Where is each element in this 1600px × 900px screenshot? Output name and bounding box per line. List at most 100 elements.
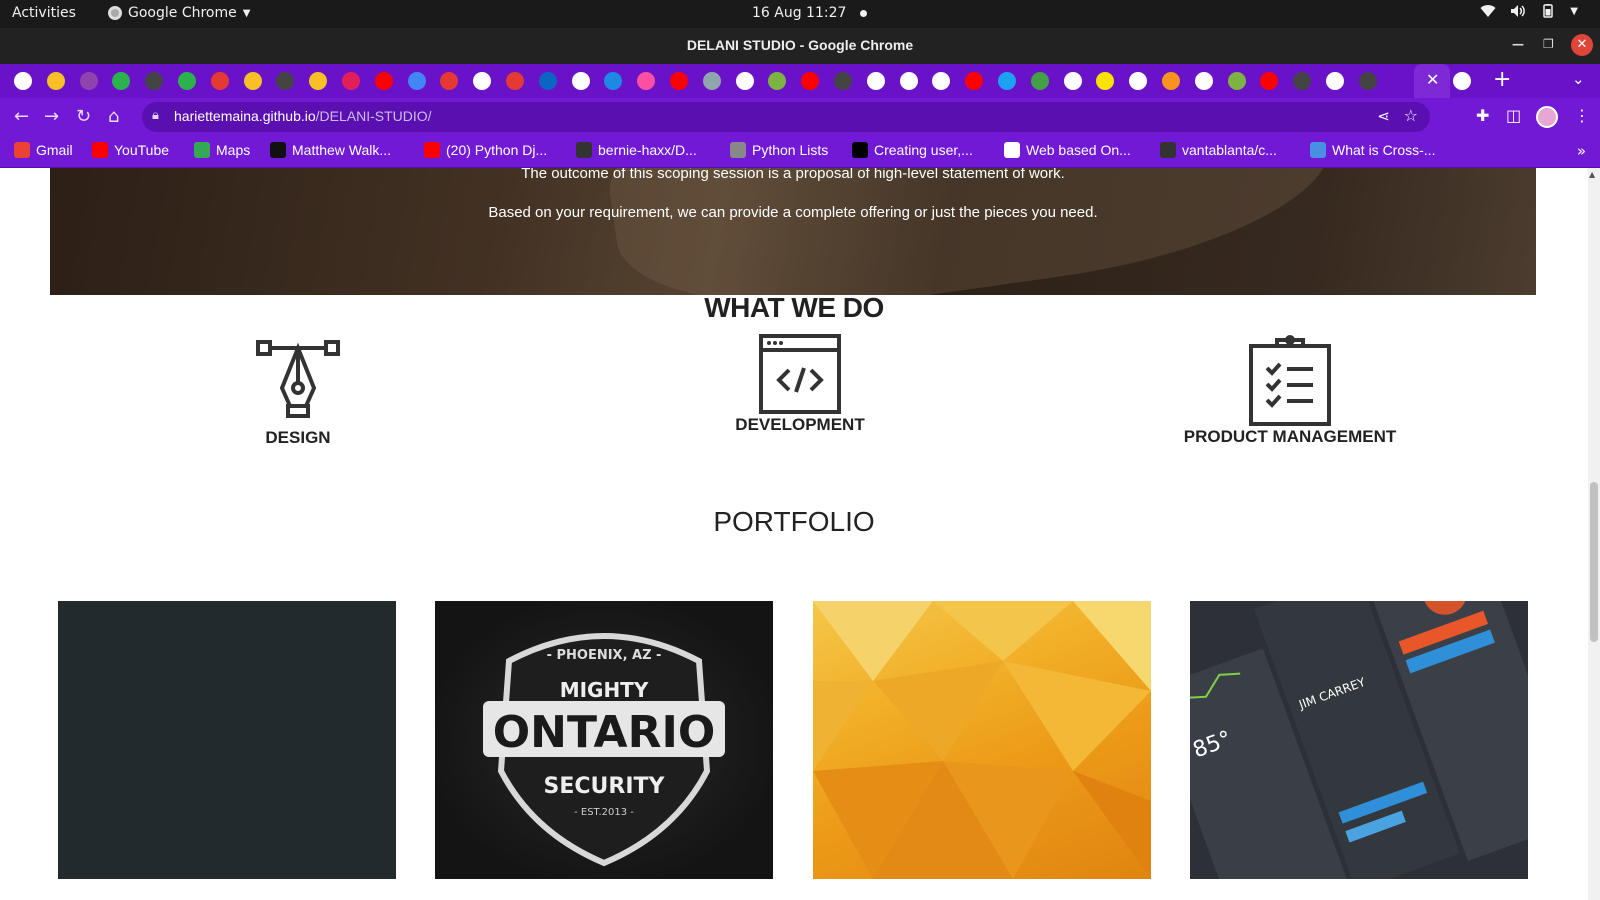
svg-text:SECURITY: SECURITY	[544, 774, 666, 799]
portfolio-item-3[interactable]	[813, 601, 1151, 879]
bookmark-item[interactable]: Maps	[194, 142, 250, 158]
bookmark-item[interactable]: (20) Python Dj...	[424, 142, 547, 158]
bookmark-item[interactable]: Matthew Walk...	[270, 142, 391, 158]
home-icon[interactable]: ⌂	[108, 106, 119, 127]
browser-tab[interactable]	[14, 72, 32, 90]
browser-tab[interactable]	[1162, 72, 1180, 90]
browser-tab[interactable]	[604, 72, 623, 90]
extensions-puzzle-icon[interactable]: ✚	[1476, 106, 1489, 125]
browser-tab[interactable]	[1030, 72, 1049, 90]
browser-tab[interactable]	[79, 72, 98, 90]
service-label: DESIGN	[265, 428, 331, 447]
browser-tab[interactable]	[998, 72, 1016, 90]
mighty-ontario-logo: - PHOENIX, AZ - MIGHTY ONTARIO SECURITY …	[483, 633, 725, 867]
browser-tab[interactable]	[506, 72, 524, 90]
volume-icon	[1510, 4, 1526, 22]
browser-tab[interactable]	[1260, 72, 1279, 90]
bookmark-label: bernie-haxx/D...	[598, 142, 697, 158]
bookmark-item[interactable]: Creating user,...	[852, 142, 973, 158]
clock[interactable]: 16 Aug 11:27	[752, 5, 868, 21]
browser-tab[interactable]	[1453, 72, 1471, 90]
window-title: DELANI STUDIO - Google Chrome	[686, 37, 914, 53]
tab-search-chevron-icon[interactable]: ⌄	[1572, 70, 1585, 88]
browser-tab[interactable]	[309, 72, 328, 90]
page-scrollbar[interactable]: ▲	[1588, 168, 1600, 900]
browser-tab[interactable]	[112, 72, 131, 90]
browser-tab[interactable]	[46, 72, 65, 90]
side-panel-icon[interactable]: ◫	[1506, 106, 1521, 125]
browser-tab[interactable]	[866, 72, 885, 90]
browser-tab[interactable]	[1293, 72, 1312, 90]
clock-text: 16 Aug 11:27	[752, 5, 847, 21]
bookmark-favicon-icon	[194, 142, 210, 158]
profile-avatar[interactable]	[1536, 106, 1558, 128]
browser-tab[interactable]	[768, 72, 787, 90]
forward-arrow-icon[interactable]: →	[44, 106, 59, 127]
activities-button[interactable]: Activities	[12, 5, 76, 21]
app-menu[interactable]: Google Chrome ▼	[108, 5, 250, 21]
url-text[interactable]: hariettemaina.github.io/DELANI-STUDIO/	[174, 108, 432, 124]
bookmark-item[interactable]: Python Lists	[730, 142, 828, 158]
service-product-management: PRODUCT MANAGEMENT	[1170, 334, 1410, 447]
back-arrow-icon[interactable]: ←	[14, 106, 29, 127]
service-design: DESIGN	[228, 340, 368, 448]
active-tab[interactable]: ✕	[1414, 64, 1450, 98]
browser-tab[interactable]	[1227, 72, 1246, 90]
browser-tab[interactable]	[374, 72, 393, 90]
bookmark-label: (20) Python Dj...	[446, 142, 548, 158]
portfolio-item-1[interactable]	[58, 601, 396, 879]
browser-tab[interactable]	[1358, 72, 1377, 90]
browser-tab[interactable]	[801, 72, 820, 90]
minimize-button[interactable]: —	[1512, 37, 1524, 51]
browser-tab[interactable]	[702, 72, 721, 90]
browser-tab[interactable]	[932, 72, 951, 90]
share-icon[interactable]: ⋖	[1377, 107, 1390, 125]
lock-icon[interactable]: 🔒︎	[152, 108, 159, 123]
close-window-button[interactable]: ✕	[1571, 34, 1593, 56]
browser-tab[interactable]	[342, 72, 360, 90]
browser-tab[interactable]	[1129, 72, 1148, 90]
browser-tab[interactable]	[276, 72, 295, 90]
browser-tab[interactable]	[670, 72, 688, 90]
browser-tab[interactable]	[735, 72, 754, 90]
portfolio-item-4[interactable]: 85° JIM CARREY	[1190, 601, 1528, 879]
browser-tab[interactable]	[834, 72, 852, 90]
browser-tab[interactable]	[1194, 72, 1213, 90]
browser-tab[interactable]	[178, 72, 196, 90]
bookmark-item[interactable]: YouTube	[92, 142, 169, 158]
browser-tab[interactable]	[1326, 72, 1344, 90]
browser-tab[interactable]	[538, 72, 557, 90]
address-bar[interactable]: 🔒︎ hariettemaina.github.io/DELANI-STUDIO…	[142, 102, 1430, 132]
new-tab-button[interactable]: +	[1493, 67, 1511, 92]
bookmark-item[interactable]: bernie-haxx/D...	[576, 142, 697, 158]
portfolio-item-2[interactable]: - PHOENIX, AZ - MIGHTY ONTARIO SECURITY …	[435, 601, 773, 879]
bookmark-star-icon[interactable]: ☆	[1404, 106, 1418, 125]
window-title-bar[interactable]: DELANI STUDIO - Google Chrome — ❐ ✕	[0, 28, 1600, 64]
browser-tab[interactable]	[571, 72, 590, 90]
browser-tab[interactable]	[473, 72, 492, 90]
browser-tab[interactable]	[637, 72, 656, 90]
browser-tab[interactable]	[440, 72, 459, 90]
browser-tab[interactable]	[243, 72, 262, 90]
browser-tab[interactable]	[1063, 72, 1082, 90]
maximize-button[interactable]: ❐	[1543, 37, 1554, 51]
browser-tab[interactable]	[1096, 72, 1115, 90]
browser-tab[interactable]	[145, 72, 164, 90]
bookmark-favicon-icon	[1160, 142, 1176, 158]
browser-tab[interactable]	[965, 72, 984, 90]
scroll-up-arrow-icon[interactable]: ▲	[1589, 170, 1595, 179]
scrollbar-thumb[interactable]	[1590, 482, 1598, 642]
more-bookmarks-chevron-icon[interactable]: »	[1577, 142, 1586, 160]
bookmark-item[interactable]: Web based On...	[1004, 142, 1131, 158]
bookmark-item[interactable]: vantablanta/c...	[1160, 142, 1277, 158]
close-tab-icon[interactable]: ✕	[1426, 70, 1439, 89]
bookmark-item[interactable]: What is Cross-...	[1310, 142, 1435, 158]
browser-tab[interactable]	[407, 72, 426, 90]
bookmarks-bar: » Gmail YouTube Maps Matthew Walk... (20) Py…	[0, 136, 1600, 168]
browser-tab[interactable]	[210, 72, 229, 90]
browser-tab[interactable]	[899, 72, 918, 90]
system-tray[interactable]: ▼	[1480, 4, 1578, 22]
reload-icon[interactable]: ↻	[76, 106, 91, 127]
kebab-menu-icon[interactable]: ⋮	[1574, 106, 1590, 125]
bookmark-item[interactable]: Gmail	[14, 142, 73, 158]
